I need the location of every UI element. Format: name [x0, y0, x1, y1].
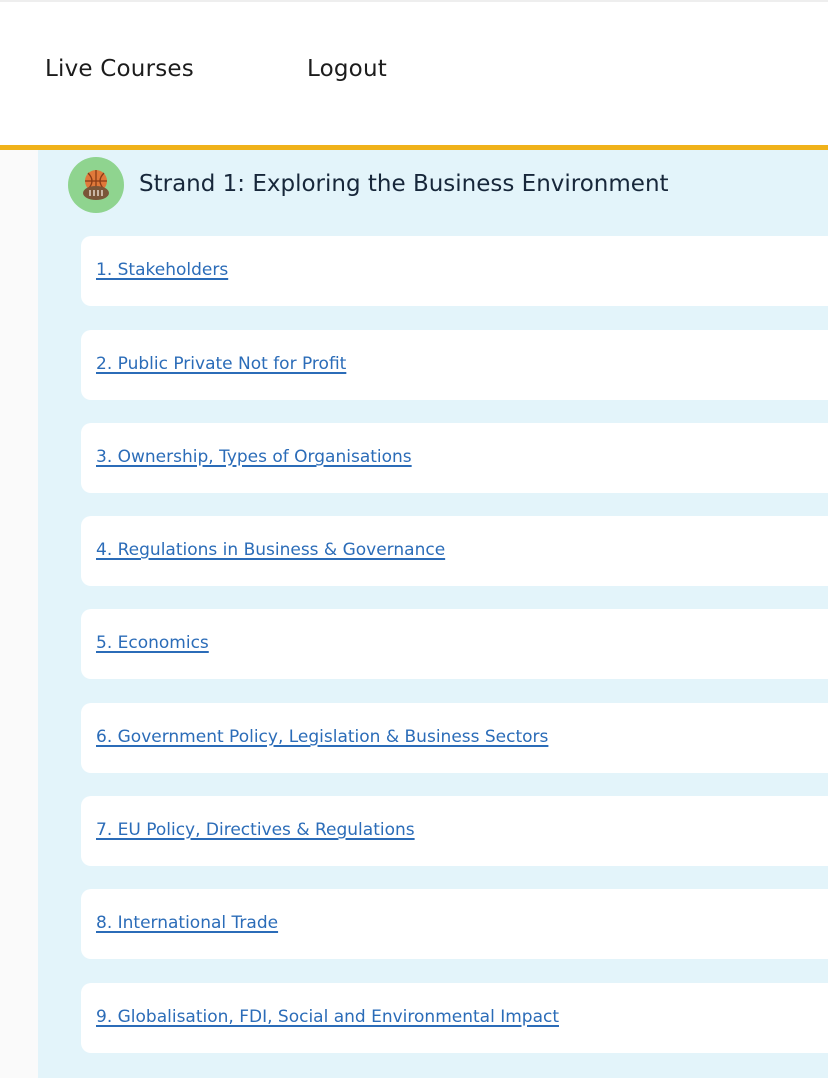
strand-title: Strand 1: Exploring the Business Environ… [139, 171, 669, 197]
topic-link-stakeholders[interactable]: 1. Stakeholders [96, 258, 228, 282]
topic-card[interactable]: 4. Regulations in Business & Governance [81, 516, 828, 586]
topic-link-ownership[interactable]: 3. Ownership, Types of Organisations [96, 445, 412, 469]
topic-card[interactable]: 5. Economics [81, 609, 828, 679]
topic-card[interactable]: 8. International Trade [81, 889, 828, 959]
strand-header: Strand 1: Exploring the Business Environ… [68, 157, 808, 213]
topic-link-economics[interactable]: 5. Economics [96, 631, 209, 655]
topic-card[interactable]: 1. Stakeholders [81, 236, 828, 306]
strand-panel: Strand 1: Exploring the Business Environ… [38, 150, 828, 1078]
topic-link-eu-policy[interactable]: 7. EU Policy, Directives & Regulations [96, 818, 415, 842]
topic-link-international-trade[interactable]: 8. International Trade [96, 911, 278, 935]
topic-link-government-policy[interactable]: 6. Government Policy, Legislation & Busi… [96, 725, 548, 749]
sports-ball-icon [83, 170, 109, 200]
topic-card[interactable]: 7. EU Policy, Directives & Regulations [81, 796, 828, 866]
nav-link-live-courses[interactable]: Live Courses [45, 54, 194, 84]
nav-link-logout[interactable]: Logout [307, 54, 387, 84]
top-navigation-bar: Live Courses Logout [0, 0, 828, 145]
topic-card[interactable]: 2. Public Private Not for Profit [81, 330, 828, 400]
topic-link-public-private[interactable]: 2. Public Private Not for Profit [96, 352, 346, 376]
strand-avatar [68, 157, 124, 213]
topic-card[interactable]: 6. Government Policy, Legislation & Busi… [81, 703, 828, 773]
topic-card[interactable]: 3. Ownership, Types of Organisations [81, 423, 828, 493]
topic-card[interactable]: 9. Globalisation, FDI, Social and Enviro… [81, 983, 828, 1053]
topic-link-regulations[interactable]: 4. Regulations in Business & Governance [96, 538, 445, 562]
topic-link-globalisation[interactable]: 9. Globalisation, FDI, Social and Enviro… [96, 1005, 559, 1029]
